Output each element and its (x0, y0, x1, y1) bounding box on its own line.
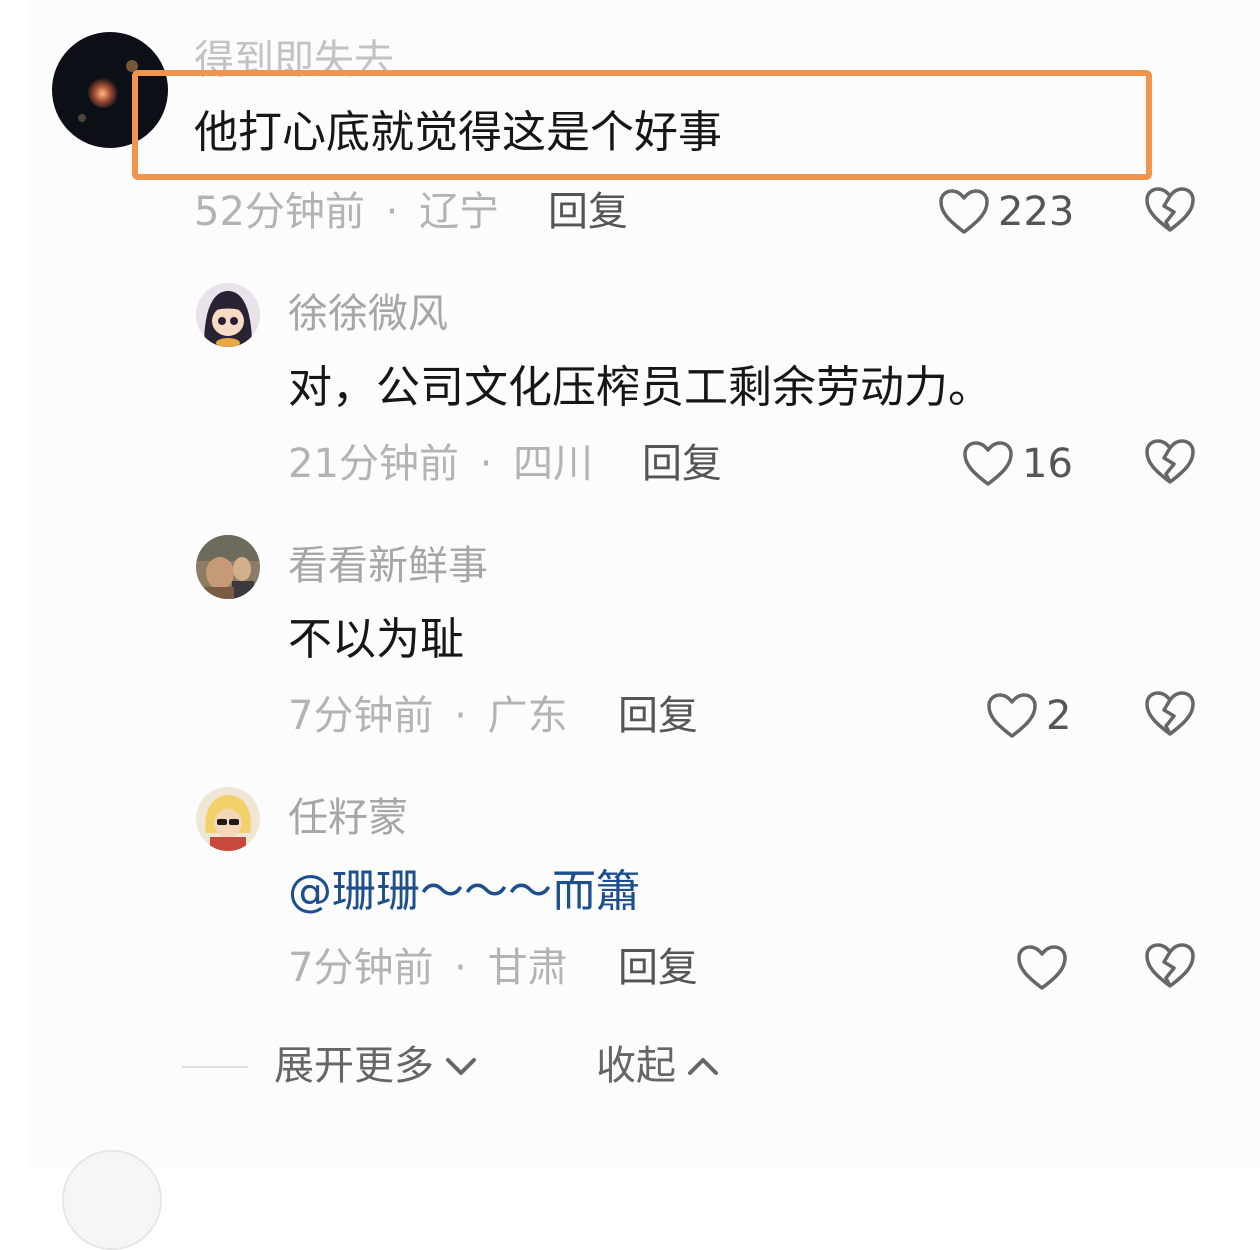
comment-meta: 52分钟前 · 辽宁 (194, 192, 499, 232)
comment-meta: 21分钟前 · 四川 (288, 444, 593, 484)
comment-meta: 7分钟前 · 甘肃 (288, 948, 568, 988)
collapse-button[interactable]: 收起 (596, 1046, 720, 1086)
meta-separator: · (385, 189, 399, 235)
comment-username[interactable]: 徐徐微风 (288, 294, 448, 334)
dislike-button[interactable] (1144, 690, 1196, 742)
avatar[interactable] (196, 535, 260, 599)
like-button[interactable]: 2 (986, 688, 1071, 744)
avatar[interactable] (196, 787, 260, 851)
dislike-button[interactable] (1144, 942, 1196, 994)
comment-time: 7分钟前 (288, 693, 434, 739)
comment-time: 21分钟前 (288, 441, 459, 487)
like-count: 2 (1046, 693, 1072, 739)
comment-time: 52分钟前 (194, 189, 365, 235)
comment-text: 不以为耻 (288, 614, 464, 665)
heart-outline-icon (987, 693, 1037, 738)
broken-heart-icon (1145, 691, 1195, 736)
broken-heart-icon (1145, 439, 1195, 484)
like-button[interactable]: 16 (962, 436, 1073, 492)
comment-location: 广东 (487, 693, 568, 739)
avatar[interactable] (62, 1150, 162, 1250)
expand-more-label: 展开更多 (274, 1043, 434, 1089)
like-button[interactable] (1016, 940, 1076, 996)
mention-link[interactable]: @珊珊～～～而簫 (288, 870, 640, 914)
meta-separator: · (454, 693, 467, 739)
comment-username[interactable]: 任籽蒙 (288, 798, 408, 838)
like-button[interactable]: 223 (938, 184, 1074, 240)
comment-username[interactable]: 看看新鲜事 (288, 546, 488, 586)
dislike-button[interactable] (1144, 186, 1196, 238)
reply-button[interactable]: 回复 (642, 444, 722, 484)
avatar[interactable] (196, 283, 260, 347)
heart-outline-icon (939, 189, 989, 234)
comment-text: 他打心底就觉得这是个好事 (194, 107, 722, 158)
comment-location: 辽宁 (419, 189, 500, 235)
comment-time: 7分钟前 (288, 945, 434, 991)
divider-line (182, 1066, 248, 1068)
chevron-down-icon (446, 1058, 476, 1075)
heart-outline-icon (1017, 945, 1067, 990)
reply-button[interactable]: 回复 (548, 192, 628, 232)
comment-location: 四川 (513, 441, 594, 487)
heart-outline-icon (963, 441, 1013, 486)
broken-heart-icon (1145, 943, 1195, 988)
like-count: 16 (1022, 441, 1073, 487)
comment-location: 甘肃 (487, 945, 568, 991)
reply-button[interactable]: 回复 (618, 948, 698, 988)
broken-heart-icon (1145, 187, 1195, 232)
chevron-up-icon (688, 1058, 718, 1075)
reply-button[interactable]: 回复 (618, 696, 698, 736)
collapse-label: 收起 (596, 1043, 676, 1089)
meta-separator: · (454, 945, 467, 991)
comment-text: 对，公司文化压榨员工剩余劳动力。 (288, 362, 992, 413)
like-count: 223 (998, 189, 1075, 235)
dislike-button[interactable] (1144, 438, 1196, 490)
comment-meta: 7分钟前 · 广东 (288, 696, 568, 736)
meta-separator: · (479, 441, 493, 487)
expand-more-button[interactable]: 展开更多 (274, 1046, 478, 1086)
